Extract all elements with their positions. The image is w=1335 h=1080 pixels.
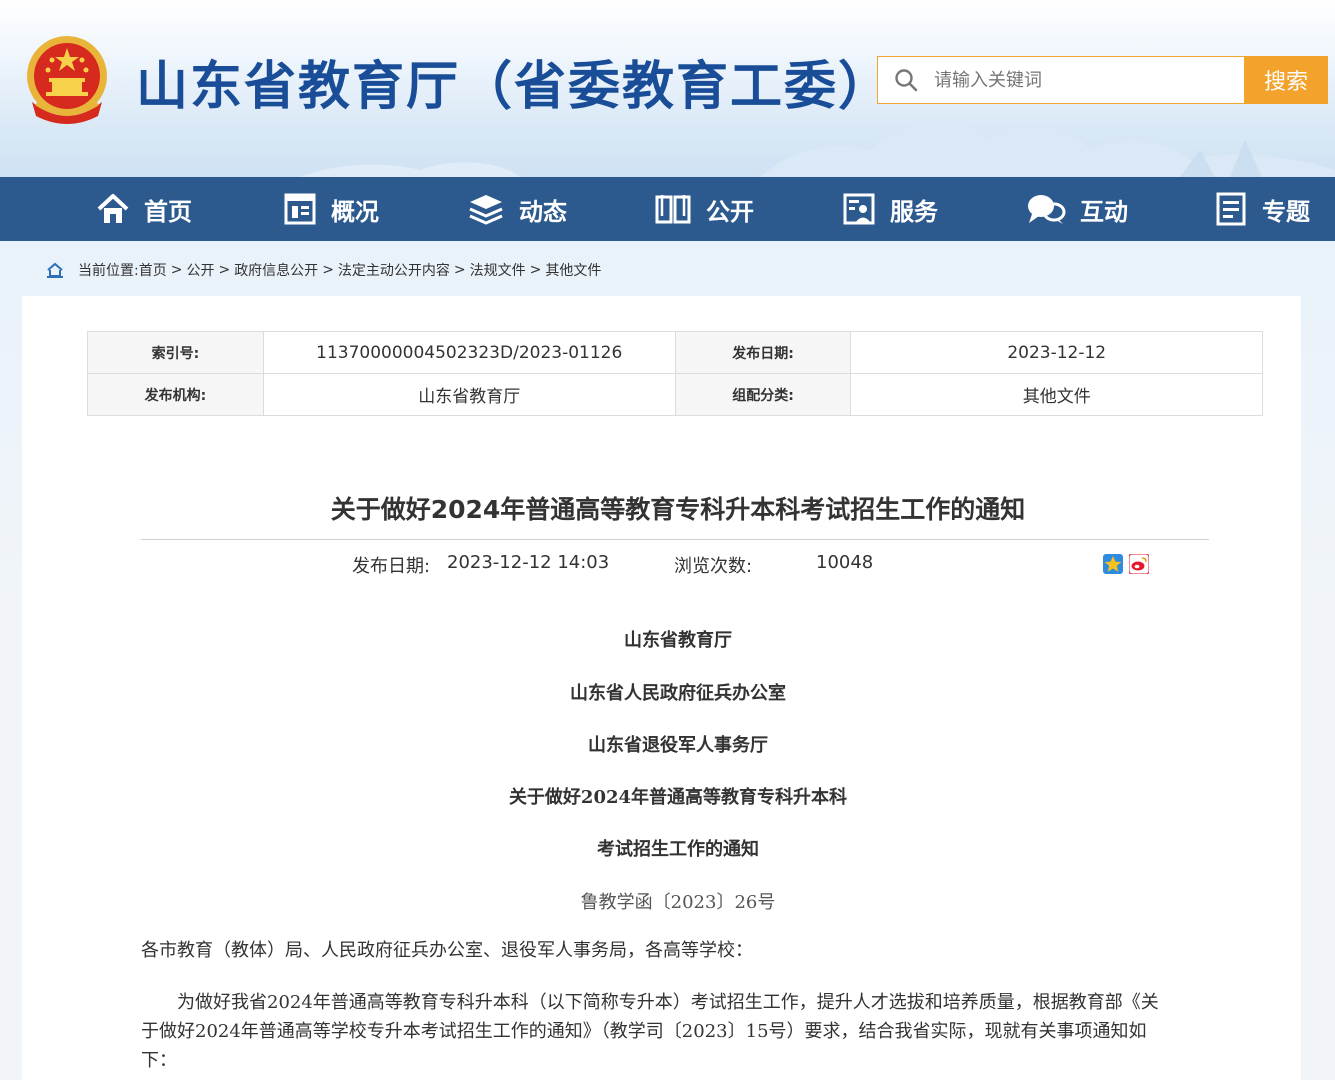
nav-item-service[interactable]: 服务: [842, 177, 938, 241]
org-value: 山东省教育厅: [262, 373, 676, 416]
publish-date-value: 2023-12-12 14:03: [447, 552, 610, 573]
index-value: 11370000004502323D/2023-01126: [262, 331, 676, 374]
issuer-line: 山东省教育厅: [624, 630, 732, 651]
stack-icon: [469, 195, 503, 225]
org-label: 发布机构:: [87, 373, 264, 416]
search-box: 搜索: [877, 56, 1328, 104]
body-paragraph-line: 下：: [141, 1050, 177, 1071]
metadata-table: 索引号: 11370000004502323D/2023-01126 发布日期:…: [87, 331, 1263, 416]
category-label: 组配分类:: [674, 373, 852, 416]
publish-date-label: 发布日期:: [352, 556, 431, 577]
breadcrumb-separator: >: [218, 262, 231, 278]
body-paragraph-line: 为做好我省2024年普通高等教育专科升本科（以下简称专升本）考试招生工作，提升人…: [141, 992, 1159, 1013]
breadcrumb-link-other-docs[interactable]: 其他文件: [545, 260, 601, 280]
home-icon: [97, 194, 129, 223]
article-title: 关于做好2024年普通高等教育专科升本科考试招生工作的通知: [330, 495, 1026, 524]
share-qzone-icon[interactable]: [1103, 554, 1123, 574]
nav-label: 互动: [1080, 197, 1128, 226]
breadcrumb-separator: >: [170, 262, 183, 278]
nav-item-news[interactable]: 动态: [467, 177, 567, 241]
breadcrumb: 当前位置: 首页 > 公开 > 政府信息公开 > 法定主动公开内容 > 法规文件…: [46, 258, 601, 282]
national-emblem-icon: [27, 36, 107, 124]
breadcrumb-separator: >: [529, 262, 542, 278]
table-row: 发布机构: 山东省教育厅 组配分类: 其他文件: [87, 373, 1263, 416]
document-icon: [1216, 192, 1246, 226]
search-input[interactable]: [934, 57, 1244, 103]
chat-icon: [1028, 195, 1066, 224]
breadcrumb-separator: >: [322, 262, 334, 278]
issuer-line: 山东省退役军人事务厅: [588, 735, 768, 756]
site-header: 山东省教育厅（省委教育工委） 搜索: [0, 0, 1335, 177]
document-title-line: 关于做好2024年普通高等教育专科升本科: [508, 787, 848, 808]
nav-item-home[interactable]: 首页: [96, 177, 192, 241]
breadcrumb-separator: >: [453, 262, 466, 278]
document-title-line: 考试招生工作的通知: [597, 839, 759, 860]
book-icon: [655, 195, 691, 224]
issuer-line: 山东省人民政府征兵办公室: [570, 683, 786, 704]
nav-item-overview[interactable]: 概况: [283, 177, 379, 241]
breadcrumb-link-statutory[interactable]: 法定主动公开内容: [338, 260, 450, 280]
search-icon: [878, 57, 934, 103]
nav-label: 服务: [890, 197, 938, 226]
body-paragraph-line: 于做好2024年普通高等学校专升本考试招生工作的通知》（教学司〔2023〕15号…: [141, 1021, 1147, 1042]
date-value: 2023-12-12: [850, 331, 1263, 374]
breadcrumb-prefix: 当前位置:: [78, 263, 139, 279]
home-icon: [47, 262, 63, 278]
nav-item-interaction[interactable]: 互动: [1026, 177, 1128, 241]
article-container: 索引号: 11370000004502323D/2023-01126 发布日期:…: [22, 296, 1301, 1080]
nav-item-topics[interactable]: 专题: [1214, 177, 1310, 241]
search-button[interactable]: 搜索: [1244, 56, 1328, 104]
index-label: 索引号:: [87, 331, 264, 374]
nav-label: 专题: [1262, 197, 1310, 226]
site-title: 山东省教育厅（省委教育工委）: [136, 57, 893, 117]
breadcrumb-link-gov-info[interactable]: 政府信息公开: [234, 260, 318, 280]
service-icon: [843, 193, 875, 225]
nav-label: 首页: [144, 197, 192, 226]
nav-label: 动态: [519, 197, 567, 226]
main-nav: 首页 概况 动态 公开 服务 互动 专题: [0, 177, 1335, 241]
breadcrumb-link-public[interactable]: 公开: [186, 260, 214, 280]
share-weibo-icon[interactable]: [1129, 554, 1149, 574]
nav-item-public[interactable]: 公开: [654, 177, 754, 241]
breadcrumb-link-home[interactable]: 首页: [139, 260, 167, 280]
nav-label: 公开: [706, 197, 754, 226]
document-number: 鲁教学函〔2023〕26号: [580, 892, 776, 913]
nav-label: 概况: [331, 197, 379, 226]
table-row: 索引号: 11370000004502323D/2023-01126 发布日期:…: [87, 331, 1263, 374]
salutation: 各市教育（教体）局、人民政府征兵办公室、退役军人事务局，各高等学校：: [141, 940, 753, 961]
building-icon: [284, 193, 316, 225]
breadcrumb-link-regulations[interactable]: 法规文件: [470, 260, 526, 280]
views-label: 浏览次数:: [674, 556, 753, 577]
category-value: 其他文件: [850, 373, 1263, 416]
title-divider: [141, 539, 1209, 540]
date-label: 发布日期:: [674, 331, 852, 374]
views-count: 10048: [816, 552, 874, 573]
